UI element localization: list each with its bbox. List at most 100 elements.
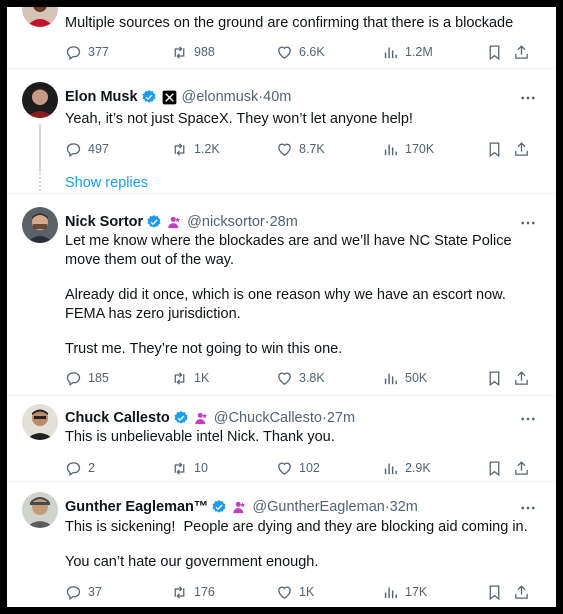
more-options-icon[interactable]	[519, 410, 537, 428]
post-time[interactable]: 40m	[263, 89, 291, 105]
views-button[interactable]: 2.9K	[382, 458, 431, 478]
author-handle[interactable]: @nicksortor	[187, 214, 265, 230]
heart-icon	[278, 586, 291, 599]
author-handle[interactable]: @GuntherEagleman	[252, 499, 384, 515]
like-button[interactable]: 1K	[276, 582, 314, 602]
reply-count: 377	[88, 45, 109, 59]
bookmark-button[interactable]	[486, 368, 503, 388]
repost-icon	[174, 585, 185, 599]
reply-button[interactable]: 37	[65, 582, 102, 602]
show-replies-link[interactable]: Show replies	[65, 175, 148, 191]
author-name[interactable]: Gunther Eagleman™	[65, 499, 208, 515]
more-options-icon[interactable]	[519, 89, 537, 107]
author-name[interactable]: Elon Musk	[65, 89, 138, 105]
bookmark-button[interactable]	[486, 42, 503, 62]
author-handle[interactable]: @ChuckCallesto	[214, 410, 322, 426]
bookmark-button[interactable]	[486, 458, 503, 478]
views-button[interactable]: 17K	[382, 582, 427, 602]
views-count: 17K	[405, 585, 428, 599]
post-chuckcallesto[interactable]: Chuck Callesto @ChuckCallesto · 27m This…	[7, 396, 556, 480]
heart-icon	[278, 46, 291, 59]
reply-count: 185	[88, 371, 109, 385]
views-count: 50K	[405, 371, 428, 385]
like-button[interactable]: 3.8K	[276, 368, 325, 388]
repost-icon	[174, 371, 185, 385]
post-paragraph: Already did it once, which is one reason…	[65, 287, 506, 322]
repost-button[interactable]: 988	[171, 42, 215, 62]
post-header: Gunther Eagleman™ @GuntherEagleman · 32m	[65, 497, 418, 517]
reply-thread: Multiple sources on the ground are confi…	[7, 7, 556, 607]
repost-button[interactable]: 1K	[171, 368, 209, 388]
post-actions: 2 10 102 2.9K	[65, 458, 541, 478]
post-actions: 37 176 1K 17K	[65, 582, 541, 602]
like-count: 3.8K	[299, 371, 325, 385]
more-options-icon[interactable]	[519, 499, 537, 517]
post-paragraph: You can’t hate our government enough.	[65, 554, 319, 570]
more-options-icon[interactable]	[519, 214, 537, 232]
repost-button[interactable]: 10	[171, 458, 208, 478]
share-button[interactable]	[513, 139, 530, 159]
author-name[interactable]: Chuck Callesto	[65, 410, 170, 426]
post-gunthereagleman[interactable]: Gunther Eagleman™ @GuntherEagleman · 32m…	[7, 482, 556, 607]
verified-badge-icon	[174, 411, 188, 424]
post-time[interactable]: 27m	[327, 410, 355, 426]
post-paragraph: Trust me. They’re not going to win this …	[65, 341, 343, 357]
avatar[interactable]	[22, 7, 58, 27]
post-paragraph: This is unbelievable intel Nick. Thank y…	[65, 429, 335, 445]
post-paragraph: Yeah, it’s not just SpaceX. They won’t l…	[65, 111, 413, 127]
avatar[interactable]	[22, 82, 58, 118]
share-button[interactable]	[513, 458, 530, 478]
views-icon	[384, 463, 397, 474]
reply-icon	[66, 585, 81, 600]
like-button[interactable]: 6.6K	[276, 42, 325, 62]
share-button[interactable]	[513, 368, 530, 388]
user-affiliate-icon	[195, 412, 207, 424]
avatar[interactable]	[22, 207, 58, 243]
bookmark-icon	[489, 44, 500, 60]
repost-count: 1.2K	[194, 142, 220, 156]
author-name[interactable]: Nick Sortor	[65, 214, 143, 230]
bookmark-icon	[489, 460, 500, 476]
post-elonmusk[interactable]: Elon Musk @elonmusk · 40m Yeah, it’s not…	[7, 69, 556, 195]
reply-icon	[66, 45, 81, 60]
post-actions: 497 1.2K 8.7K 170K	[65, 139, 541, 159]
avatar[interactable]	[22, 404, 58, 440]
repost-count: 176	[194, 585, 215, 599]
reply-icon	[66, 461, 81, 476]
post-text: Yeah, it’s not just SpaceX. They won’t l…	[65, 110, 541, 129]
post-top[interactable]: Multiple sources on the ground are confi…	[7, 7, 556, 67]
reply-button[interactable]: 185	[65, 368, 109, 388]
post-time[interactable]: 32m	[390, 499, 418, 515]
reply-button[interactable]: 497	[65, 139, 109, 159]
share-button[interactable]	[513, 582, 530, 602]
views-button[interactable]: 170K	[382, 139, 434, 159]
share-button[interactable]	[513, 42, 530, 62]
share-icon	[515, 584, 528, 599]
like-count: 102	[299, 461, 320, 475]
repost-button[interactable]: 176	[171, 582, 215, 602]
repost-button[interactable]: 1.2K	[171, 139, 220, 159]
post-paragraph: Let me know where the blockades are and …	[65, 233, 512, 268]
post-time[interactable]: 28m	[270, 214, 298, 230]
like-count: 8.7K	[299, 142, 325, 156]
user-affiliate-icon	[168, 216, 181, 228]
reply-count: 497	[88, 142, 109, 156]
like-button[interactable]: 8.7K	[276, 139, 325, 159]
reply-count: 2	[88, 461, 95, 475]
views-button[interactable]: 50K	[382, 368, 427, 388]
post-header: Elon Musk @elonmusk · 40m	[65, 87, 291, 107]
heart-icon	[278, 462, 291, 475]
views-button[interactable]: 1.2M	[382, 42, 433, 62]
repost-icon	[174, 45, 185, 59]
reply-button[interactable]: 377	[65, 42, 109, 62]
bookmark-button[interactable]	[486, 139, 503, 159]
like-button[interactable]: 102	[276, 458, 320, 478]
bookmark-button[interactable]	[486, 582, 503, 602]
like-count: 1K	[299, 585, 315, 599]
share-icon	[515, 141, 528, 156]
post-nicksortor[interactable]: Nick Sortor @nicksortor · 28m Let me kno…	[7, 194, 556, 394]
reply-button[interactable]: 2	[65, 458, 95, 478]
author-handle[interactable]: @elonmusk	[182, 89, 259, 105]
repost-icon	[174, 461, 185, 475]
avatar[interactable]	[22, 492, 58, 528]
